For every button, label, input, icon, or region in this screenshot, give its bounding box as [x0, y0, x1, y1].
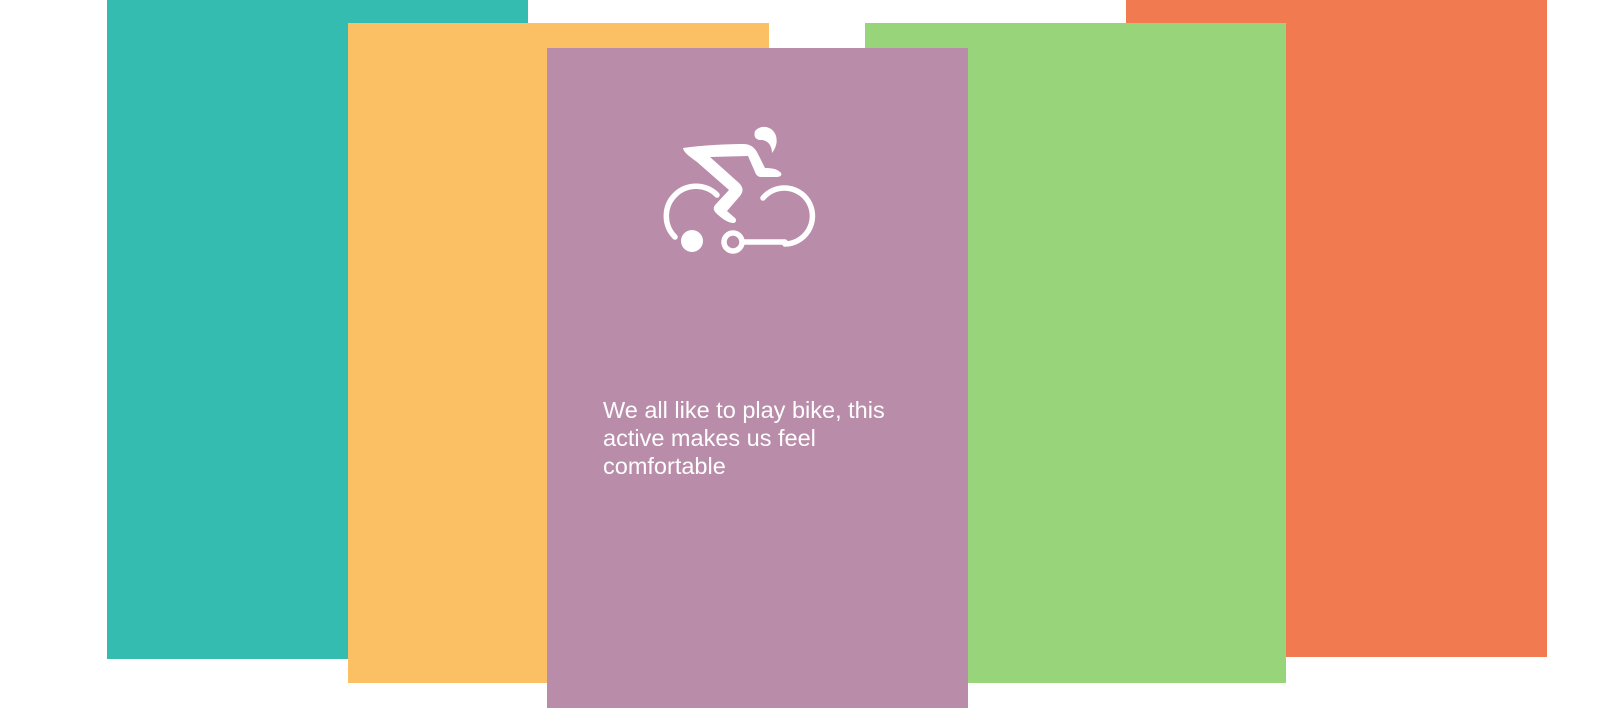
cyclist-icon [663, 126, 816, 254]
card-featured-cycling[interactable]: We all like to play bike, this active ma… [547, 48, 968, 708]
card-caption: We all like to play bike, this active ma… [603, 397, 885, 479]
